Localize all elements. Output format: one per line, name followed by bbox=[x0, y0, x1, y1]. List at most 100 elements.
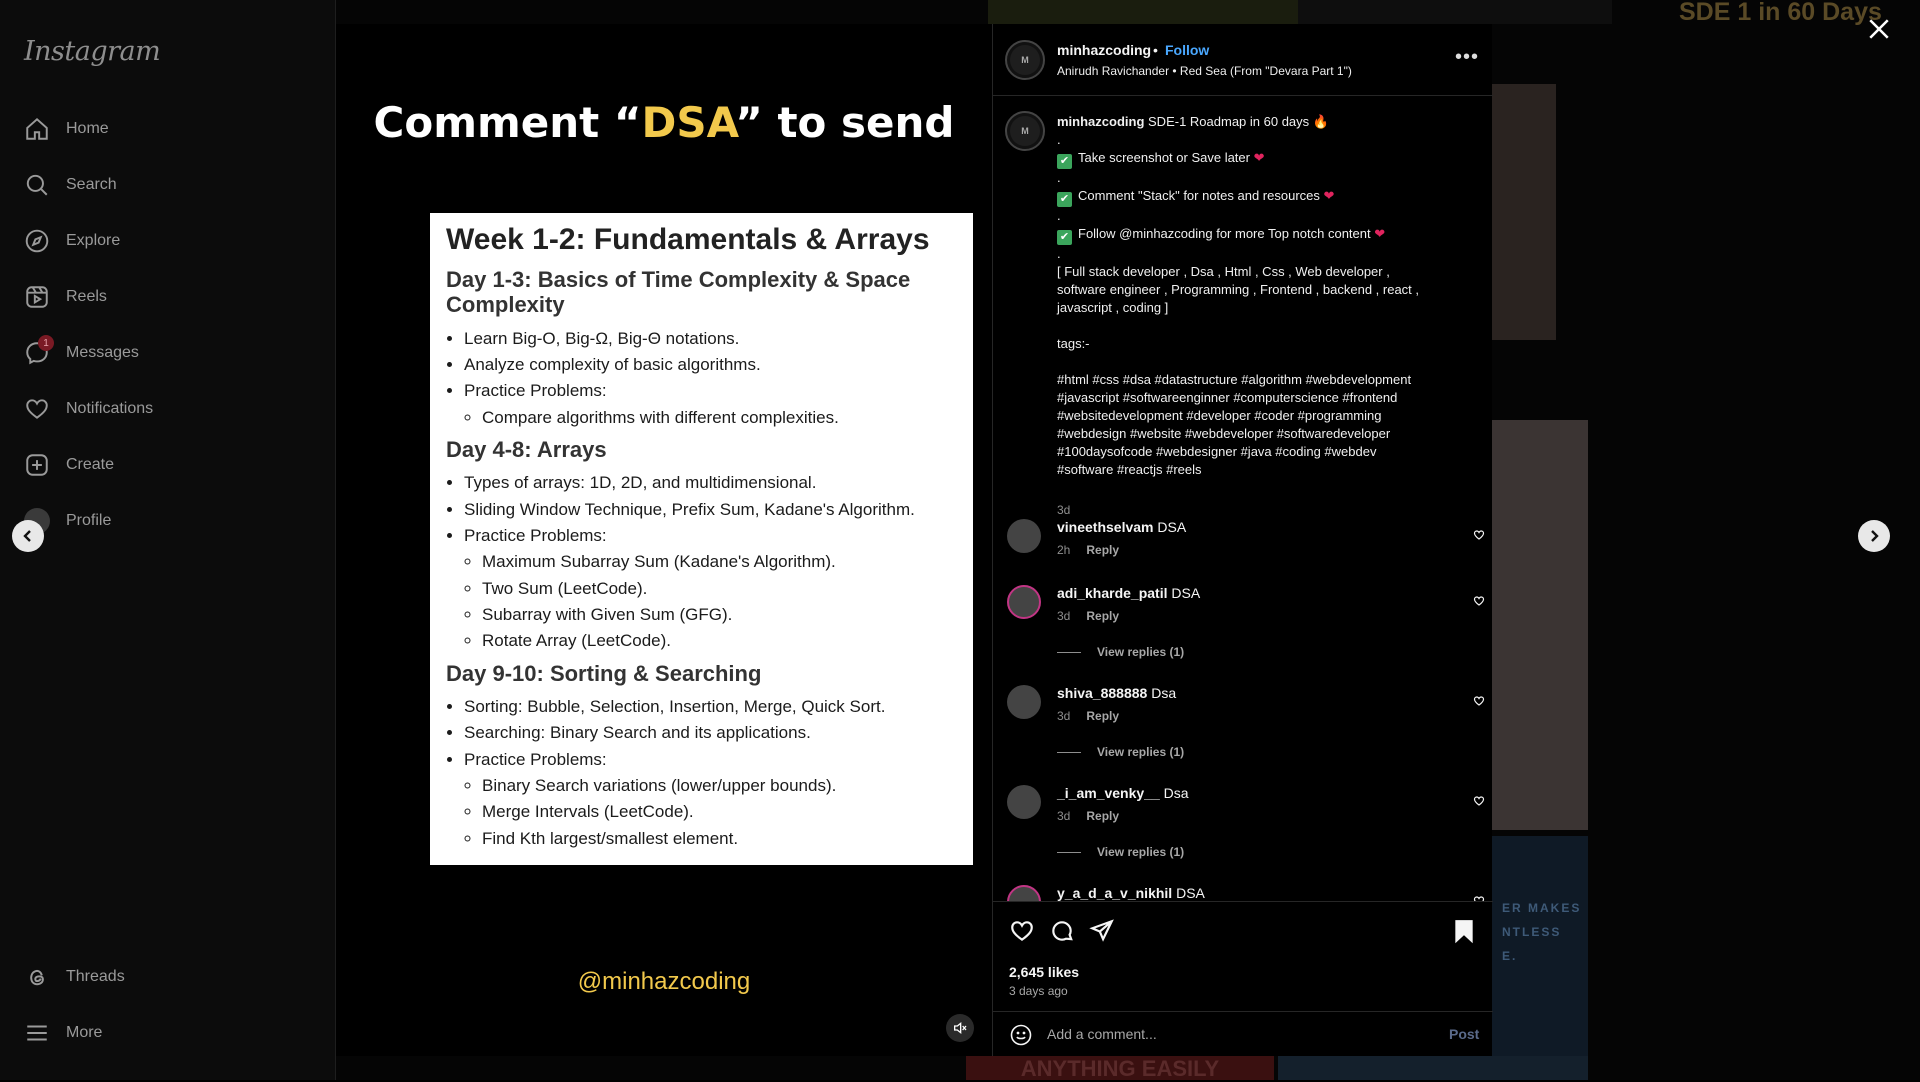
speaker-muted-icon bbox=[954, 1021, 967, 1035]
commenter-avatar[interactable] bbox=[1007, 519, 1041, 553]
view-replies-button[interactable]: View replies (1) bbox=[1057, 845, 1184, 859]
post-comment-button[interactable]: Post bbox=[1449, 1026, 1479, 1042]
caption-lines: . ✔ Take screenshot or Save later ❤. ✔ Comme… bbox=[1057, 131, 1467, 479]
caption-line: #100daysofcode #webdesigner #java #codin… bbox=[1057, 444, 1377, 459]
commenter-avatar[interactable] bbox=[1007, 585, 1041, 619]
red-heart-icon: ❤ bbox=[1374, 226, 1386, 241]
previous-post-button[interactable] bbox=[12, 520, 44, 552]
sidebar-item-more[interactable]: More bbox=[12, 1009, 322, 1057]
comment-text: vineethselvam DSA bbox=[1057, 519, 1186, 535]
reply-button[interactable]: Reply bbox=[1086, 543, 1119, 557]
comment-like-icon[interactable] bbox=[1473, 529, 1485, 541]
caption-title: SDE-1 Roadmap in 60 days 🔥 bbox=[1148, 114, 1329, 129]
heart-icon bbox=[1011, 921, 1033, 941]
comment-like-icon[interactable] bbox=[1473, 695, 1485, 707]
sidebar-item-label: Messages bbox=[66, 344, 139, 361]
comment-button[interactable] bbox=[1049, 918, 1075, 944]
commenter-username[interactable]: vineethselvam bbox=[1057, 519, 1154, 535]
caption-line: #html #css #dsa #datastructure #algorith… bbox=[1057, 372, 1412, 387]
follow-button[interactable]: Follow bbox=[1165, 42, 1209, 58]
background-tile-text: ER MAKES NTLESS E. bbox=[1502, 901, 1582, 963]
comment-body: Dsa bbox=[1163, 785, 1189, 801]
home-icon bbox=[26, 117, 48, 140]
handle-watermark: @minhazcoding bbox=[577, 968, 751, 995]
search-icon bbox=[26, 174, 48, 196]
reply-button[interactable]: Reply bbox=[1086, 809, 1119, 823]
share-button[interactable] bbox=[1089, 918, 1115, 944]
separator-dot: • bbox=[1153, 42, 1158, 58]
sidebar-item-messages[interactable]: 1 Messages bbox=[12, 329, 322, 377]
sidebar-item-create[interactable]: Create bbox=[12, 441, 322, 489]
emoji-icon[interactable] bbox=[1009, 1023, 1033, 1047]
post-media[interactable]: Comment “DSA” to send Week 1-2: Fundamen… bbox=[336, 24, 992, 1056]
caption-avatar[interactable]: M bbox=[1005, 111, 1045, 151]
next-post-button[interactable] bbox=[1858, 520, 1890, 552]
slide-bullet: Practice Problems: Compare algorithms wit… bbox=[464, 378, 957, 431]
caption-line: #websitedevelopment #developer #coder #p… bbox=[1057, 408, 1382, 423]
caption-line: tags:- bbox=[1057, 336, 1090, 351]
more-options-button[interactable]: ••• bbox=[1455, 46, 1479, 69]
slide-sub-list: Compare algorithms with different comple… bbox=[482, 405, 957, 431]
view-replies-button[interactable]: View replies (1) bbox=[1057, 645, 1184, 659]
avatar-logo: M bbox=[1010, 45, 1040, 75]
author-username[interactable]: minhazcoding bbox=[1057, 42, 1151, 58]
sidebar-item-profile[interactable]: Profile bbox=[12, 497, 322, 545]
background-tile: ANYTHING EASILY bbox=[966, 1056, 1274, 1081]
slide-bullet: Types of arrays: 1D, 2D, and multidimens… bbox=[464, 470, 957, 496]
likes-count[interactable]: 2,645 likes bbox=[1009, 964, 1079, 980]
commenter-avatar[interactable] bbox=[1007, 885, 1041, 901]
slide-section-heading: Day 9-10: Sorting & Searching bbox=[446, 660, 762, 686]
reply-button[interactable]: Reply bbox=[1086, 709, 1119, 723]
close-icon[interactable] bbox=[1864, 14, 1894, 44]
commenter-username[interactable]: adi_kharde_patil bbox=[1057, 585, 1168, 601]
slide-bullet-list: Types of arrays: 1D, 2D, and multidimens… bbox=[464, 470, 957, 654]
instagram-logo[interactable]: Instagram bbox=[24, 36, 161, 67]
sidebar-item-reels[interactable]: Reels bbox=[12, 273, 322, 321]
comment-body: Dsa bbox=[1151, 685, 1177, 701]
like-button[interactable] bbox=[1009, 918, 1035, 944]
caption-username[interactable]: minhazcoding bbox=[1057, 114, 1144, 129]
slide-title: Week 1-2: Fundamentals & Arrays bbox=[446, 223, 930, 256]
audio-attribution[interactable]: Anirudh Ravichander • Red Sea (From "Dev… bbox=[1057, 64, 1352, 78]
comments-section[interactable]: M minhazcoding SDE-1 Roadmap in 60 days … bbox=[993, 97, 1493, 901]
caption-timestamp: 3d bbox=[1057, 503, 1071, 517]
commenter-username[interactable]: y_a_d_a_v_nikhil bbox=[1057, 885, 1172, 901]
save-button[interactable] bbox=[1451, 918, 1477, 944]
sidebar-item-explore[interactable]: Explore bbox=[12, 217, 322, 265]
post-caption: minhazcoding SDE-1 Roadmap in 60 days 🔥 … bbox=[1057, 113, 1467, 479]
caption-line-text: Comment "Stack" for notes and resources bbox=[1078, 188, 1324, 203]
commenter-avatar[interactable] bbox=[1007, 785, 1041, 819]
reply-button[interactable]: Reply bbox=[1086, 609, 1119, 623]
author-avatar[interactable]: M bbox=[1005, 40, 1045, 80]
slide-bullet: Practice Problems: Binary Search variatio… bbox=[464, 747, 957, 852]
check-mark-icon: ✔ bbox=[1057, 192, 1072, 207]
sidebar-item-search[interactable]: Search bbox=[12, 161, 322, 209]
slide-bullet: Searching: Binary Search and its applica… bbox=[464, 720, 957, 746]
caption-line: #javascript #softwareenginner #computers… bbox=[1057, 390, 1398, 405]
commenter-avatar[interactable] bbox=[1007, 685, 1041, 719]
red-heart-icon: ❤ bbox=[1323, 188, 1335, 203]
slide-bullet-text: Sorting: Bubble, Selection, Insertion, M… bbox=[464, 696, 886, 716]
sidebar-item-home[interactable]: Home bbox=[12, 105, 322, 153]
commenter-username[interactable]: _i_am_venky__ bbox=[1057, 785, 1160, 801]
comment-input[interactable] bbox=[1047, 1018, 1407, 1050]
slide-sub-bullet: Merge Intervals (LeetCode). bbox=[482, 799, 957, 825]
check-mark-icon: ✔ bbox=[1057, 230, 1072, 245]
view-replies-button[interactable]: View replies (1) bbox=[1057, 745, 1184, 759]
sidebar-item-notifications[interactable]: Notifications bbox=[12, 385, 322, 433]
sidebar-item-threads[interactable]: Threads bbox=[12, 953, 322, 1001]
comment-text: adi_kharde_patil DSA bbox=[1057, 585, 1200, 601]
mute-button[interactable] bbox=[946, 1014, 974, 1042]
sidebar-item-label: Notifications bbox=[66, 400, 154, 417]
headline-text: Comment “ bbox=[373, 98, 642, 147]
commenter-username[interactable]: shiva_888888 bbox=[1057, 685, 1147, 701]
comment-like-icon[interactable] bbox=[1473, 795, 1485, 807]
comment-time: 3d bbox=[1057, 809, 1071, 823]
background-tile bbox=[1492, 420, 1588, 830]
sidebar-item-label: More bbox=[66, 1024, 103, 1041]
comment-text: shiva_888888 Dsa bbox=[1057, 685, 1176, 701]
caption-line: . bbox=[1057, 170, 1061, 185]
sidebar-item-label: Threads bbox=[66, 968, 125, 985]
comment-like-icon[interactable] bbox=[1473, 595, 1485, 607]
sidebar: Instagram Home Search Explore Reels 1 Me… bbox=[0, 0, 336, 1080]
